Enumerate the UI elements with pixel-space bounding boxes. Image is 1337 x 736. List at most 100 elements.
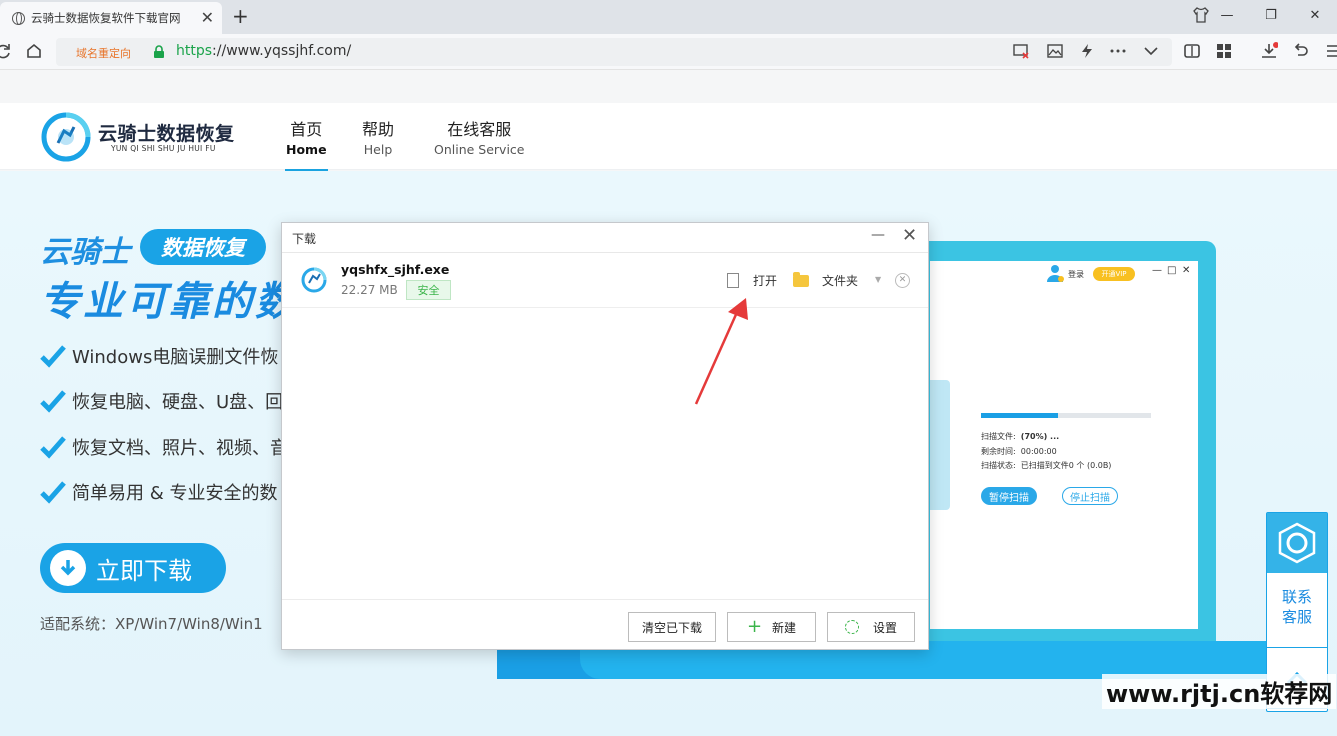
nav-home-zh: 首页 (290, 120, 323, 139)
feature-text: 恢复文档、照片、视频、音 (72, 438, 288, 459)
app-file-icon (301, 267, 327, 293)
lightning-icon[interactable] (1078, 42, 1096, 60)
nav-online-service-en: Online Service (434, 142, 525, 157)
image-icon[interactable] (1046, 42, 1064, 60)
checkmark-icon (40, 390, 66, 413)
reload-icon[interactable] (0, 42, 12, 60)
open-folder-button[interactable]: 文件夹 (793, 271, 859, 289)
address-toolbar: 域名重定向 https://www.yqssjhf.com/ (0, 34, 1337, 70)
safe-badge: 安全 (406, 280, 451, 300)
app-preview-screen (930, 261, 1198, 629)
chevron-down-icon[interactable] (1142, 42, 1160, 60)
checkmark-icon (40, 436, 66, 459)
download-now-button[interactable]: 立即下载 (40, 543, 226, 593)
preview-progress-fill (981, 413, 1058, 418)
download-file-name: yqshfx_sjhf.exe (341, 262, 450, 277)
no-screen-icon[interactable] (1012, 42, 1030, 60)
clear-downloaded-button[interactable]: 清空已下载 (628, 612, 716, 642)
annotation-arrow-icon (694, 298, 748, 405)
download-dialog: 下载 — ✕ yqshfx_sjhf.exe 22.27 MB 安全 打开 文件… (281, 222, 929, 650)
feature-item: 恢复电脑、硬盘、U盘、回 (40, 388, 283, 414)
file-icon (727, 273, 739, 288)
compat-systems: 适配系统：XP/Win7/Win8/Win1 (40, 615, 263, 633)
feature-item: Windows电脑误删文件恢 (40, 343, 278, 369)
open-folder-label: 文件夹 (822, 274, 859, 288)
site-header: 云骑士数据恢复 YUN QI SHI SHU JU HUI FU 首页 Home… (0, 103, 1337, 172)
preview-vip-badge: 开通VIP (1093, 267, 1135, 281)
nav-help[interactable]: 帮助 Help (362, 116, 394, 157)
more-icon[interactable] (1109, 42, 1127, 60)
redirect-label: 域名重定向 (76, 47, 131, 60)
open-file-label: 打开 (753, 274, 778, 288)
address-bar[interactable]: 域名重定向 https://www.yqssjhf.com/ (56, 38, 1172, 66)
dialog-close-button[interactable]: ✕ (902, 226, 917, 246)
window-minimize-button[interactable]: — (1205, 0, 1249, 30)
new-tab-button[interactable]: + (232, 6, 249, 26)
feature-text: 恢复电脑、硬盘、U盘、回 (72, 392, 284, 413)
more-actions-dropdown[interactable]: ▼ (875, 275, 881, 284)
hero-badge: 数据恢复 (140, 229, 266, 265)
reader-icon[interactable] (1183, 42, 1201, 60)
globe-icon (12, 11, 25, 25)
nav-home[interactable]: 首页 Home (285, 116, 328, 172)
checkmark-icon (40, 345, 66, 368)
preview-progress-bar (981, 413, 1151, 418)
cancel-download-button[interactable]: ✕ (895, 273, 910, 288)
window-close-button[interactable]: ✕ (1293, 0, 1337, 30)
nav-help-zh: 帮助 (362, 120, 395, 139)
feature-text: 简单易用 & 专业安全的数 (72, 483, 278, 504)
nav-help-en: Help (363, 142, 393, 157)
preview-maximize-icon: □ (1167, 265, 1177, 276)
hero-title-brand: 云骑士 (40, 235, 130, 270)
gear-icon (844, 620, 859, 634)
download-arrow-icon (50, 550, 86, 586)
user-avatar-icon (1047, 265, 1064, 282)
browser-tab[interactable]: 云骑士数据恢复软件下载官网 ✕ (0, 2, 222, 34)
new-download-button[interactable]: + 新建 (727, 612, 816, 642)
preview-status-line: 扫描状态: 已扫描到文件0 个 (0.0B) (981, 461, 1112, 470)
app-preview-decoration (930, 380, 950, 510)
plus-icon: + (746, 616, 763, 637)
settings-button[interactable]: 设置 (827, 612, 915, 642)
preview-close-icon: ✕ (1182, 265, 1191, 276)
preview-login: 登录 (1068, 270, 1084, 279)
dialog-title-bar: 下载 — ✕ (282, 223, 928, 253)
window-restore-button[interactable]: ❐ (1249, 0, 1293, 30)
url-text[interactable]: https://www.yqssjhf.com/ (176, 43, 351, 59)
secure-lock-icon[interactable] (152, 45, 166, 59)
preview-minimize-icon: — (1152, 265, 1162, 276)
dialog-minimize-button[interactable]: — (871, 227, 885, 243)
home-icon[interactable] (25, 42, 43, 60)
checkmark-icon (40, 481, 66, 504)
service-hexagon-icon (1278, 522, 1316, 564)
dialog-footer: 清空已下载 + 新建 设置 (282, 599, 928, 649)
service-logo (1267, 513, 1327, 573)
download-now-label: 立即下载 (96, 556, 192, 585)
preview-scan-line: 扫描文件: (70%) ... (981, 432, 1060, 441)
watermark-text: www.rjtj.cn软荐网 (1102, 674, 1337, 709)
apps-grid-icon[interactable] (1215, 42, 1233, 60)
download-file-size: 22.27 MB (341, 283, 398, 297)
nav-home-en: Home (286, 142, 327, 157)
tab-title: 云骑士数据恢复软件下载官网 (31, 11, 181, 25)
browser-tab-bar: 云骑士数据恢复软件下载官网 ✕ + — ❐ ✕ (0, 0, 1337, 34)
undo-icon[interactable] (1292, 42, 1310, 60)
logo-icon (41, 112, 91, 162)
nav-online-service[interactable]: 在线客服 Online Service (434, 116, 525, 157)
logo-name: 云骑士数据恢复 (98, 123, 235, 145)
logo-pinyin: YUN QI SHI SHU JU HUI FU (111, 144, 216, 153)
open-file-button[interactable]: 打开 (727, 272, 777, 289)
folder-icon (793, 271, 809, 287)
feature-text: Windows电脑误删文件恢 (72, 347, 279, 368)
service-label: 联系 客服 (1281, 588, 1312, 626)
tab-close-button[interactable]: ✕ (201, 10, 214, 26)
download-icon[interactable] (1260, 42, 1278, 60)
preview-stop-button: 停止扫描 (1062, 487, 1118, 505)
download-item-row[interactable]: yqshfx_sjhf.exe 22.27 MB 安全 打开 文件夹 ▼ ✕ (282, 254, 928, 308)
preview-pause-button: 暂停扫描 (981, 487, 1037, 505)
hero-title-slogan: 专业可靠的数 (40, 279, 298, 325)
nav-online-service-zh: 在线客服 (447, 120, 512, 139)
feature-item: 恢复文档、照片、视频、音 (40, 434, 288, 460)
menu-icon[interactable] (1324, 42, 1337, 60)
dialog-title: 下载 (292, 232, 317, 246)
